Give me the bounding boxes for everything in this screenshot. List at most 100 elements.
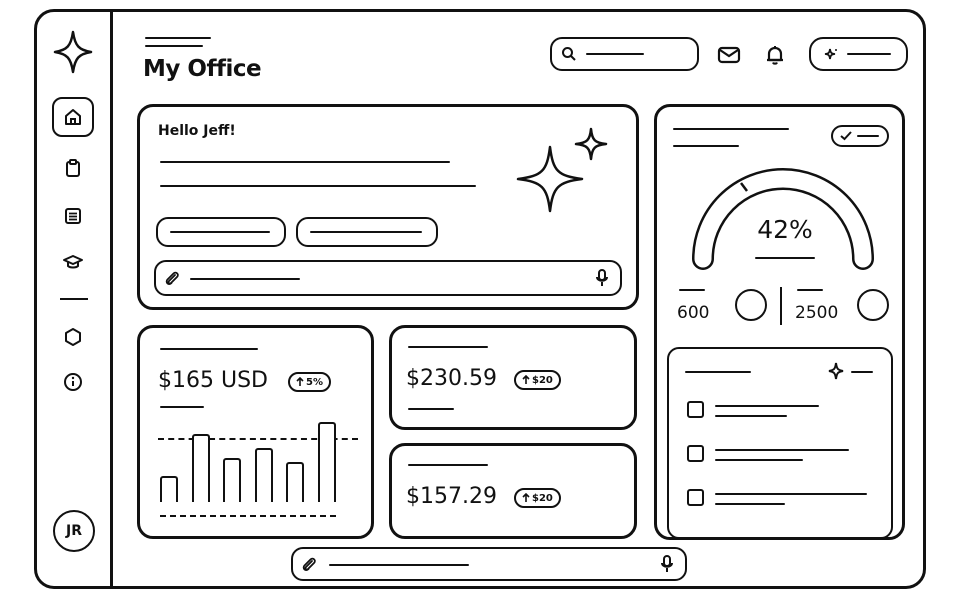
text-line: [160, 161, 450, 163]
search-placeholder-line: [586, 53, 644, 55]
suggestion-label-line: [170, 231, 270, 233]
task-list: [667, 347, 893, 539]
info-icon: [64, 373, 82, 391]
app-window: JR My Office Hello Jeff! $165 USD 5% $23…: [34, 9, 926, 589]
metric-title-line: [160, 348, 258, 350]
bell-icon[interactable]: [762, 42, 788, 68]
arrow-up-icon: [296, 377, 304, 386]
chart-bar: [192, 434, 210, 502]
stat-ring: [857, 289, 889, 321]
microphone-icon[interactable]: [594, 268, 610, 288]
ai-assistant-button[interactable]: [809, 37, 908, 71]
metric-title-line: [408, 464, 488, 466]
paperclip-icon: [302, 557, 316, 571]
search-input[interactable]: [550, 37, 699, 71]
sidebar-item-hexagon[interactable]: [52, 317, 94, 357]
task-list-title-line: [685, 371, 751, 373]
greeting: Hello Jeff!: [158, 123, 236, 139]
microphone-icon[interactable]: [659, 554, 675, 574]
metric-card: $230.59 $20: [389, 325, 637, 430]
sidebar-divider: [60, 298, 88, 300]
task-line: [715, 449, 849, 451]
chart-bar: [223, 458, 241, 502]
title-decoration: [145, 45, 203, 47]
hexagon-icon: [65, 328, 81, 346]
clipboard-icon: [66, 159, 80, 177]
sidebar-item-list[interactable]: [52, 196, 94, 236]
task-checkbox[interactable]: [687, 445, 704, 462]
text-line: [160, 185, 476, 187]
title-decoration: [145, 37, 211, 39]
metric-subline: [408, 408, 454, 410]
arrow-up-icon: [522, 375, 530, 384]
page-title: My Office: [143, 56, 262, 82]
sparkle-icon[interactable]: [827, 361, 845, 381]
task-line: [715, 503, 785, 505]
mail-icon[interactable]: [716, 42, 742, 68]
sparkle-icon: [824, 48, 837, 60]
home-icon: [65, 109, 81, 125]
suggestion-button[interactable]: [156, 217, 286, 247]
avatar[interactable]: JR: [53, 510, 95, 552]
chart-bar: [160, 476, 178, 502]
welcome-card: Hello Jeff!: [137, 104, 639, 310]
stat-ring: [735, 289, 767, 321]
card-subtitle-line: [673, 145, 739, 147]
metric-amount: $230.59: [406, 366, 497, 391]
change-badge: 5%: [288, 372, 331, 392]
task-line: [715, 459, 803, 461]
chart-baseline: [160, 515, 336, 517]
sidebar-item-learning[interactable]: [52, 242, 94, 282]
metric-card: $165 USD 5%: [137, 325, 374, 539]
change-badge: $20: [514, 488, 561, 508]
sidebar-item-clipboard[interactable]: [52, 148, 94, 188]
task-line: [715, 405, 819, 407]
chart-bar: [255, 448, 273, 502]
card-title-line: [673, 128, 789, 130]
change-badge: $20: [514, 370, 561, 390]
gauge-caption-line: [755, 257, 815, 259]
task-checkbox[interactable]: [687, 401, 704, 418]
metric-amount: $165 USD: [158, 368, 268, 393]
ai-label-line: [847, 53, 891, 55]
search-icon: [562, 47, 576, 61]
bottom-prompt-input[interactable]: [291, 547, 687, 581]
task-line: [715, 415, 787, 417]
suggestion-button[interactable]: [296, 217, 438, 247]
change-value: $20: [532, 374, 553, 386]
sidebar-item-home[interactable]: [52, 97, 94, 137]
stat-value: 2500: [795, 303, 839, 323]
metric-card: $157.29 $20: [389, 443, 637, 539]
chart-bar: [286, 462, 304, 502]
status-toggle[interactable]: [831, 125, 889, 147]
metric-amount: $157.29: [406, 484, 497, 509]
sparkles-illustration: [516, 127, 608, 213]
chart-bar: [318, 422, 336, 502]
sparkle-icon[interactable]: [52, 30, 94, 74]
sidebar-item-info[interactable]: [52, 362, 94, 402]
metric-subline: [160, 406, 204, 408]
arrow-up-icon: [522, 493, 530, 502]
check-icon: [840, 131, 852, 141]
stat-label-line: [797, 289, 823, 291]
prompt-placeholder-line: [190, 278, 300, 280]
status-line: [857, 135, 879, 137]
sidebar: JR: [37, 12, 113, 586]
metric-title-line: [408, 346, 488, 348]
stat-divider: [780, 287, 782, 325]
gauge-percent: 42%: [757, 215, 813, 244]
stat-label-line: [679, 289, 705, 291]
prompt-input[interactable]: [154, 260, 622, 296]
task-checkbox[interactable]: [687, 489, 704, 506]
graduation-cap-icon: [63, 255, 83, 269]
task-line: [715, 493, 867, 495]
change-value: $20: [532, 492, 553, 504]
change-value: 5%: [306, 376, 323, 388]
stat-value: 600: [677, 303, 710, 323]
task-list-action-line: [851, 371, 873, 373]
suggestion-label-line: [310, 231, 422, 233]
list-icon: [65, 208, 81, 224]
prompt-placeholder-line: [329, 564, 469, 566]
paperclip-icon: [165, 271, 179, 285]
progress-card: 42% 600 2500: [654, 104, 905, 540]
